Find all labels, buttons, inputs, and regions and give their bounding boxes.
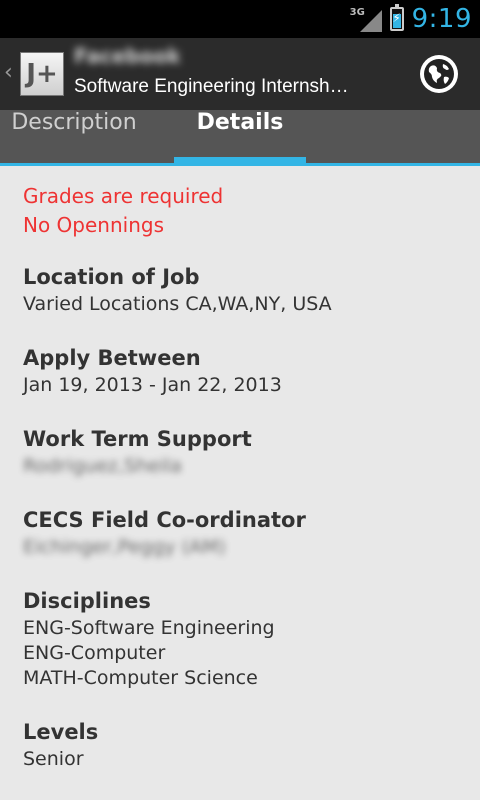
section-value: MATH-Computer Science: [23, 667, 258, 689]
section-value: Senior: [23, 748, 84, 770]
battery-charging-icon: ⚡: [389, 4, 404, 31]
details-content: Grades are required No Opennings Locatio…: [23, 182, 463, 772]
action-bar: ‹ J+ Facebook Software Engineering Inter…: [0, 38, 480, 110]
section-value: ENG-Computer: [23, 642, 166, 664]
app-logo[interactable]: J+: [20, 52, 64, 96]
section-location: Location of Job Varied Locations CA,WA,N…: [23, 262, 463, 317]
active-tab-indicator: [174, 157, 306, 163]
company-name: Facebook: [74, 44, 181, 68]
section-field-coordinator: CECS Field Co-ordinator Eichinger,Peggy …: [23, 505, 463, 560]
section-work-term-support: Work Term Support Rodriguez,Sheila: [23, 424, 463, 479]
section-label: Levels: [23, 720, 99, 744]
globe-button[interactable]: [420, 55, 458, 93]
section-disciplines: Disciplines ENG-Software Engineering ENG…: [23, 586, 463, 691]
signal-icon: 3G: [350, 4, 382, 34]
section-value: ENG-Software Engineering: [23, 617, 275, 639]
tab-bar: Description Details: [0, 110, 480, 166]
section-label: Work Term Support: [23, 427, 252, 451]
alert-no-openings: No Opennings: [23, 213, 164, 237]
tab-details[interactable]: Details: [174, 110, 306, 163]
status-clock: 9:19: [411, 4, 472, 34]
alert-grades-required: Grades are required: [23, 184, 224, 208]
section-value: Varied Locations CA,WA,NY, USA: [23, 293, 332, 315]
page-title: Software Engineering Internsh…: [74, 76, 349, 97]
section-value: Rodriguez,Sheila: [23, 455, 182, 477]
section-apply-between: Apply Between Jan 19, 2013 - Jan 22, 201…: [23, 343, 463, 398]
section-label: CECS Field Co-ordinator: [23, 508, 306, 532]
section-label: Disciplines: [23, 589, 151, 613]
section-levels: Levels Senior: [23, 717, 463, 772]
section-value: Jan 19, 2013 - Jan 22, 2013: [23, 374, 282, 396]
section-value: Eichinger,Peggy (AM): [23, 536, 226, 558]
tab-description[interactable]: Description: [0, 110, 148, 163]
section-label: Apply Between: [23, 346, 201, 370]
status-bar: 3G ⚡ 9:19: [0, 0, 480, 38]
section-label: Location of Job: [23, 265, 200, 289]
globe-icon: [424, 59, 454, 89]
chevron-left-icon[interactable]: ‹: [4, 60, 13, 85]
